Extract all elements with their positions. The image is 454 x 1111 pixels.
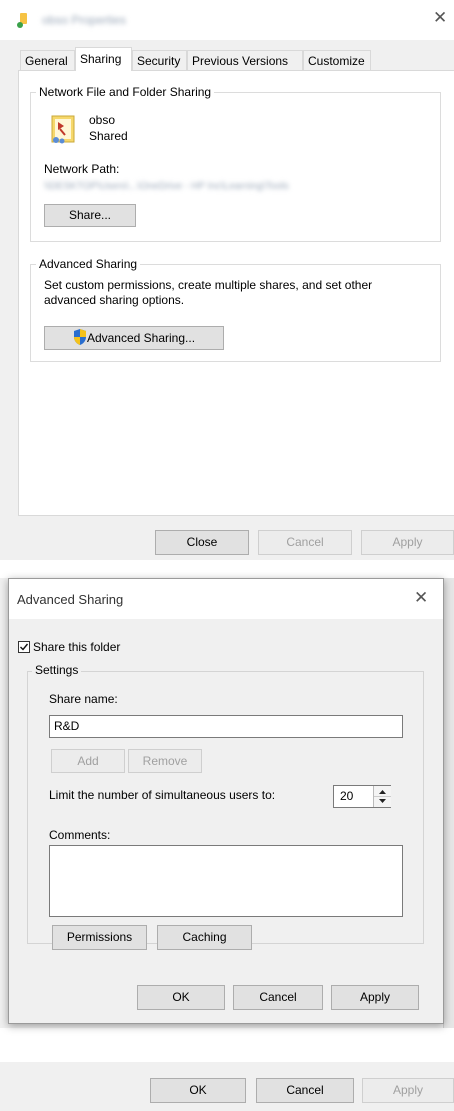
close-button-label: Close: [186, 535, 218, 549]
apply-button[interactable]: Apply: [362, 1078, 454, 1103]
permissions-button[interactable]: Permissions: [52, 925, 147, 950]
tab-label: Sharing: [80, 52, 122, 66]
checkmark-icon: [20, 643, 29, 651]
tab-general[interactable]: General: [20, 50, 75, 70]
apply-button-label: Apply: [392, 535, 423, 549]
add-button[interactable]: Add: [51, 749, 125, 773]
tab-previous-versions[interactable]: Previous Versions: [187, 50, 303, 70]
tab-sharing[interactable]: Sharing: [75, 47, 132, 71]
comments-textarea[interactable]: [49, 845, 403, 917]
advanced-sharing-description: Set custom permissions, create multiple …: [44, 278, 373, 307]
comments-label: Comments:: [49, 828, 111, 842]
share-button[interactable]: Share...: [44, 204, 136, 227]
share-status: Shared: [89, 129, 128, 143]
cancel-button-label: Cancel: [259, 990, 297, 1004]
shield-icon: [73, 329, 86, 345]
share-folder-checkbox[interactable]: [18, 641, 30, 653]
share-name-label: Share name:: [49, 692, 118, 706]
remove-button-label: Remove: [142, 754, 188, 768]
close-icon[interactable]: ✕: [414, 588, 428, 608]
folder-name: obso: [89, 113, 116, 127]
remove-button[interactable]: Remove: [128, 749, 202, 773]
ok-button[interactable]: OK: [150, 1078, 246, 1103]
apply-button-label: Apply: [359, 990, 391, 1004]
tab-customize[interactable]: Customize: [303, 50, 371, 70]
network-sharing-group-label: Network File and Folder Sharing: [36, 85, 215, 99]
tab-label: Previous Versions: [192, 54, 289, 68]
tab-label: General: [25, 54, 68, 68]
close-icon[interactable]: ✕: [433, 8, 447, 28]
cancel-button-label: Cancel: [286, 535, 324, 549]
ok-button-label: OK: [172, 990, 190, 1004]
spinner-arrows-icon: [374, 790, 391, 803]
share-name-input[interactable]: R&D: [49, 715, 403, 738]
user-limit-label: Limit the number of simultaneous users t…: [49, 788, 276, 802]
cancel-button[interactable]: Cancel: [256, 1078, 354, 1103]
ok-button-label: OK: [189, 1083, 207, 1097]
tab-label: Security: [137, 54, 181, 68]
dialog-title: Advanced Sharing: [17, 592, 124, 607]
settings-group-label: Settings: [32, 663, 82, 677]
ok-button[interactable]: OK: [137, 985, 225, 1010]
add-button-label: Add: [77, 754, 99, 768]
advanced-sharing-button[interactable]: Advanced Sharing...: [44, 326, 224, 350]
properties-window: obso Properties ✕ General Sharing Securi…: [0, 0, 454, 560]
shared-folder-icon: [51, 115, 75, 144]
background-window-edge: [443, 578, 454, 1028]
user-limit-spinner[interactable]: [373, 786, 391, 807]
permissions-button-label: Permissions: [66, 930, 133, 944]
share-button-label: Share...: [68, 208, 112, 222]
apply-button[interactable]: Apply: [331, 985, 419, 1010]
apply-button-label: Apply: [392, 1083, 424, 1097]
caching-button-label: Caching: [182, 930, 227, 944]
apply-button[interactable]: Apply: [361, 530, 454, 555]
user-limit-value: 20: [340, 789, 354, 803]
share-folder-label[interactable]: Share this folder: [33, 640, 120, 654]
advanced-sharing-dialog: Advanced Sharing ✕ Share this folder Set…: [8, 578, 444, 1024]
cancel-button[interactable]: Cancel: [258, 530, 352, 555]
advanced-sharing-titlebar: Advanced Sharing ✕: [9, 579, 443, 619]
close-button[interactable]: Close: [155, 530, 249, 555]
bottom-button-bar: OK Cancel Apply: [0, 1062, 454, 1111]
cancel-button[interactable]: Cancel: [233, 985, 323, 1010]
folder-icon: [17, 13, 27, 28]
tab-label: Customize: [308, 54, 365, 68]
properties-title: obso Properties: [42, 13, 127, 27]
caching-button[interactable]: Caching: [157, 925, 252, 950]
properties-titlebar: obso Properties ✕: [0, 0, 454, 40]
advanced-sharing-button-label: Advanced Sharing...: [86, 331, 196, 345]
network-path-value: \\DESKTOP\Users\...\OneDrive - HP Inc\Le…: [44, 181, 289, 192]
advanced-sharing-group-label: Advanced Sharing: [36, 257, 141, 271]
network-path-label: Network Path:: [44, 162, 120, 176]
tab-security[interactable]: Security: [132, 50, 187, 70]
cancel-button-label: Cancel: [286, 1083, 324, 1097]
